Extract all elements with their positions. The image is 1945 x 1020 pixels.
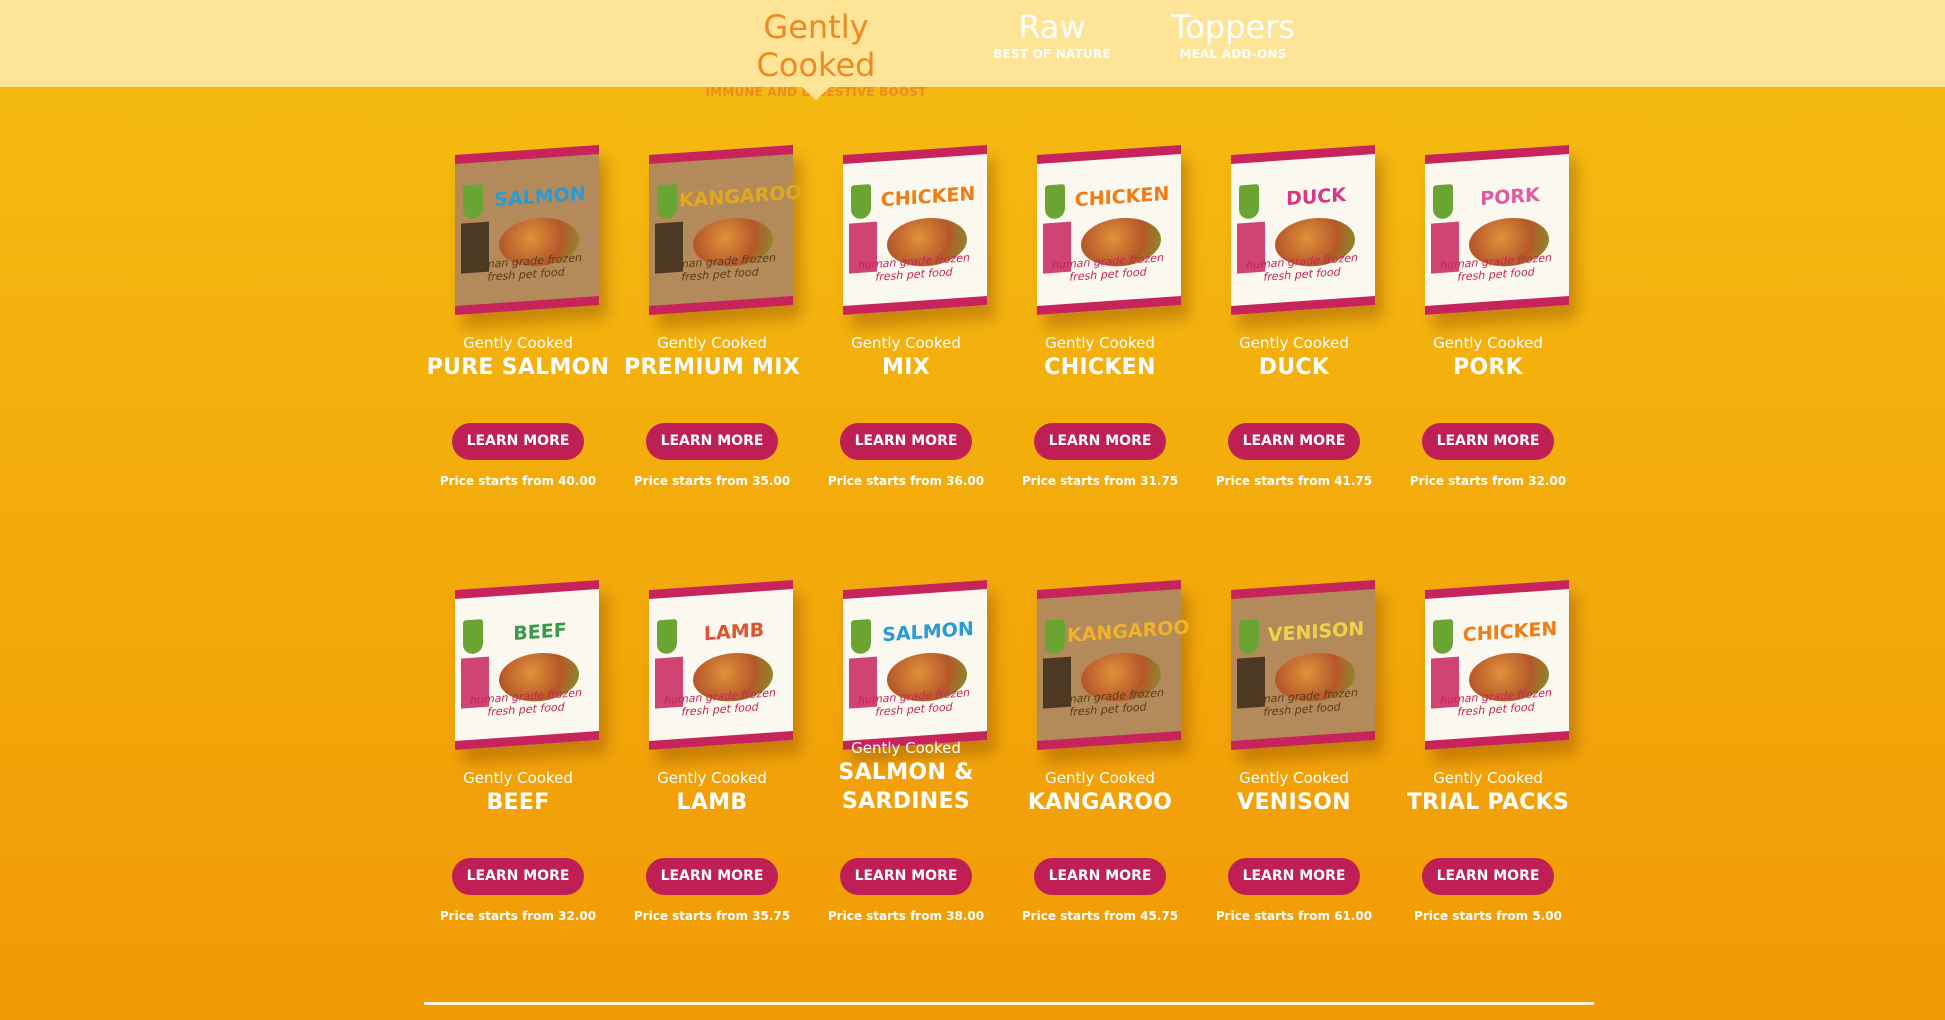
pack-name: BEEF — [513, 619, 567, 645]
product-pack-image[interactable]: BEEF human grade frozen fresh pet food — [455, 579, 599, 751]
brand-logo-icon — [1045, 619, 1065, 655]
product-title: TRIAL PACKS — [1406, 790, 1570, 815]
product-pack-image[interactable]: SALMON human grade frozen fresh pet food — [843, 579, 987, 751]
pack-name: KANGAROO — [1067, 616, 1190, 647]
product-price: Price starts from 38.00 — [827, 909, 985, 923]
pack-name: SALMON — [882, 617, 974, 647]
product-title: LAMB — [676, 790, 748, 815]
product-pack-image[interactable]: VENISON human grade frozen fresh pet foo… — [1231, 579, 1375, 751]
product-price: Price starts from 5.00 — [1414, 909, 1562, 923]
brand-logo-icon — [851, 619, 871, 655]
product-card-venison: VENISON human grade frozen fresh pet foo… — [1199, 0, 1389, 1000]
product-card-beef: BEEF human grade frozen fresh pet food G… — [423, 0, 613, 1000]
learn-more-button[interactable]: LEARN MORE — [1228, 858, 1360, 895]
learn-more-button[interactable]: LEARN MORE — [452, 858, 584, 895]
product-pack-image[interactable]: CHICKEN human grade frozen fresh pet foo… — [1425, 579, 1569, 751]
brand-logo-icon — [463, 619, 483, 655]
product-title: KANGAROO — [1027, 790, 1173, 815]
product-category: Gently Cooked — [1239, 769, 1349, 787]
learn-more-button[interactable]: LEARN MORE — [1034, 858, 1166, 895]
product-category: Gently Cooked — [657, 769, 767, 787]
product-category: Gently Cooked — [463, 769, 573, 787]
product-pack-image[interactable]: KANGAROO human grade frozen fresh pet fo… — [1037, 579, 1190, 751]
product-title: VENISON — [1237, 790, 1351, 815]
product-title: SALMON & SARDINES — [838, 760, 974, 814]
brand-logo-icon — [657, 619, 677, 655]
product-price: Price starts from 32.00 — [439, 909, 597, 923]
pack-name: LAMB — [703, 618, 765, 646]
product-card-kangaroo: KANGAROO human grade frozen fresh pet fo… — [1005, 0, 1195, 1000]
product-pack-image[interactable]: LAMB human grade frozen fresh pet food — [649, 579, 793, 751]
product-category: Gently Cooked — [1045, 769, 1155, 787]
product-card-salmon-sardines: SALMON human grade frozen fresh pet food… — [811, 0, 1001, 1000]
product-price: Price starts from 61.00 — [1215, 909, 1373, 923]
section-divider — [424, 1002, 1594, 1005]
pack-name: VENISON — [1267, 617, 1365, 647]
learn-more-button[interactable]: LEARN MORE — [646, 858, 778, 895]
product-card-lamb: LAMB human grade frozen fresh pet food G… — [617, 0, 807, 1000]
learn-more-button[interactable]: LEARN MORE — [840, 858, 972, 895]
product-price: Price starts from 45.75 — [1021, 909, 1179, 923]
product-title: BEEF — [486, 790, 550, 815]
pack-name: CHICKEN — [1462, 617, 1558, 647]
product-category: Gently Cooked — [1433, 769, 1543, 787]
product-price: Price starts from 35.75 — [633, 909, 791, 923]
product-category: Gently Cooked — [851, 739, 961, 757]
brand-logo-icon — [1433, 619, 1453, 655]
product-card-trial-packs: CHICKEN human grade frozen fresh pet foo… — [1393, 0, 1583, 1000]
brand-logo-icon — [1239, 619, 1259, 655]
learn-more-button[interactable]: LEARN MORE — [1422, 858, 1554, 895]
